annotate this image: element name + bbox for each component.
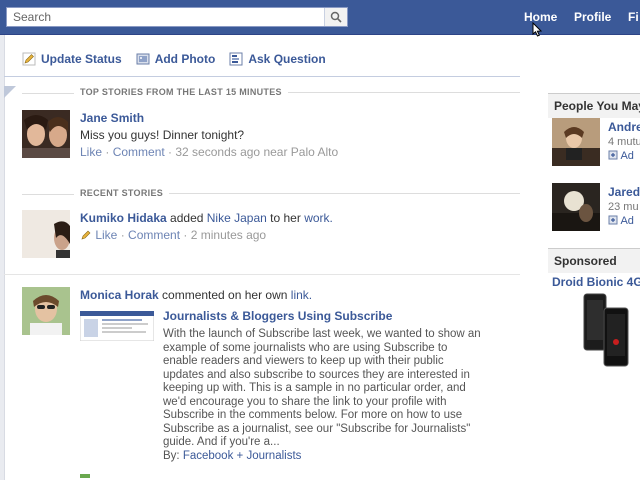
header-rule: [169, 192, 520, 194]
top-stories-header: TOP STORIES FROM THE LAST 15 MINUTES: [22, 87, 520, 97]
story-divider: [4, 274, 520, 275]
story-body: Monica Horak commented on her own link.: [80, 287, 520, 304]
question-icon: [229, 52, 243, 66]
avatar[interactable]: [552, 183, 600, 231]
nav-find-friends[interactable]: Fi: [628, 0, 639, 34]
author-name[interactable]: Kumiko Hidaka: [80, 211, 167, 225]
attachment-line: updates and also subscribe to sources th…: [163, 368, 470, 381]
add-friend-label: Ad: [620, 150, 634, 162]
add-friend-link[interactable]: Ad: [608, 215, 634, 227]
composer-divider: [4, 76, 520, 77]
composer-actions: Update Status Add Photo Ask Question: [22, 52, 326, 66]
add-photo-label: Add Photo: [154, 52, 216, 66]
search-input[interactable]: [7, 8, 325, 26]
link-thumbnail[interactable]: [80, 311, 154, 341]
header-rule: [287, 91, 520, 93]
add-friend-link[interactable]: Ad: [608, 150, 634, 162]
nav-profile[interactable]: Profile: [574, 0, 611, 34]
top-bar: Home Profile Fi: [0, 0, 640, 35]
story-verb: commented on her own: [162, 288, 288, 302]
person-name[interactable]: Jared: [608, 185, 640, 199]
shared-link[interactable]: link.: [291, 288, 312, 302]
attachment-line: we'd encourage you to share the link to …: [163, 395, 447, 408]
story-meta: Like · Comment · 32 seconds ago near Pal…: [80, 145, 339, 159]
add-friend-icon: [608, 150, 618, 160]
story-monica-horak: Monica Horak commented on her own link. …: [22, 287, 520, 478]
update-status-button[interactable]: Update Status: [22, 52, 122, 66]
ad-image[interactable]: [582, 292, 632, 368]
suggested-person: Andre 4 mutu Ad: [552, 118, 640, 166]
mutual-friends: 23 mu: [608, 201, 639, 213]
author-name[interactable]: Jane Smith: [80, 111, 144, 125]
comment-link[interactable]: Comment: [113, 145, 165, 159]
attachment-description: With the launch of Subscribe last week, …: [163, 328, 503, 463]
ask-question-button[interactable]: Ask Question: [229, 52, 326, 66]
work-link[interactable]: work.: [304, 211, 333, 225]
attachment-line: With the launch of Subscribe last week, …: [163, 328, 481, 340]
link-attachment: Journalists & Bloggers Using Subscribe W…: [163, 309, 503, 463]
like-link[interactable]: Like: [80, 145, 102, 159]
story-body: Kumiko Hidaka added Nike Japan to her wo…: [80, 210, 520, 244]
story-jane-smith: Jane Smith Miss you guys! Dinner tonight…: [22, 110, 520, 162]
top-stories-title: TOP STORIES FROM THE LAST 15 MINUTES: [80, 87, 282, 97]
ask-question-label: Ask Question: [248, 52, 326, 66]
by-label: By:: [163, 449, 180, 462]
avatar[interactable]: [22, 210, 70, 258]
add-friend-icon: [608, 215, 618, 225]
mutual-friends: 4 mutu: [608, 136, 640, 148]
next-item-icon: [80, 474, 90, 478]
pencil-icon: [81, 230, 91, 240]
pencil-icon: [22, 52, 36, 66]
attachment-line: keeping up with. This is a sample in no …: [163, 382, 466, 394]
recent-stories-header: RECENT STORIES: [22, 188, 520, 198]
source-link[interactable]: Facebook + Journalists: [183, 450, 302, 462]
attachment-line: Subscribe as a journalist, see our "Subs…: [163, 422, 471, 435]
header-rule: [22, 93, 74, 94]
story-timestamp: 2 minutes ago: [190, 228, 267, 242]
attachment-line: Subscribe in the comments below. For mor…: [163, 409, 463, 421]
sponsored-header: Sponsored: [548, 248, 640, 273]
avatar[interactable]: [22, 110, 70, 158]
add-friend-label: Ad: [620, 215, 634, 227]
update-status-label: Update Status: [41, 52, 122, 66]
story-message: Miss you guys! Dinner tonight?: [80, 128, 245, 142]
recent-stories-title: RECENT STORIES: [80, 188, 164, 198]
story-kumiko-hidaka: Kumiko Hidaka added Nike Japan to her wo…: [22, 210, 520, 262]
like-link[interactable]: Like: [95, 228, 117, 242]
comment-link[interactable]: Comment: [128, 228, 180, 242]
suggested-person: Jared 23 mu Ad: [552, 183, 640, 231]
attachment-line: guide. And if you're a...: [163, 436, 280, 448]
attachment-line: enable readers and viewers to keep up wi…: [163, 355, 444, 367]
feed-notch: [4, 86, 16, 98]
attachment-line: example of some journalists who are usin…: [163, 341, 448, 354]
story-body: Jane Smith Miss you guys! Dinner tonight…: [80, 110, 520, 161]
search-box[interactable]: [6, 7, 348, 27]
header-rule: [22, 194, 74, 195]
person-name[interactable]: Andre: [608, 120, 640, 134]
story-verb: to her: [270, 211, 301, 225]
search-button[interactable]: [324, 8, 347, 26]
search-icon: [330, 11, 342, 23]
ad-title[interactable]: Droid Bionic 4G: [552, 275, 640, 289]
mouse-cursor-icon: [532, 22, 543, 37]
attachment-source: By: Facebook + Journalists: [163, 450, 503, 464]
photo-icon: [136, 53, 150, 65]
story-verb: added: [170, 211, 204, 225]
story-timestamp: 32 seconds ago near Palo Alto: [175, 145, 339, 159]
attachment-title[interactable]: Journalists & Bloggers Using Subscribe: [163, 309, 503, 323]
add-photo-button[interactable]: Add Photo: [136, 52, 216, 66]
page-link[interactable]: Nike Japan: [207, 211, 267, 225]
left-border: [0, 35, 5, 480]
story-meta: Like · Comment · 2 minutes ago: [80, 227, 520, 244]
avatar[interactable]: [22, 287, 70, 335]
avatar[interactable]: [552, 118, 600, 166]
author-name[interactable]: Monica Horak: [80, 288, 159, 302]
people-you-may-know-header: People You May: [548, 93, 640, 118]
